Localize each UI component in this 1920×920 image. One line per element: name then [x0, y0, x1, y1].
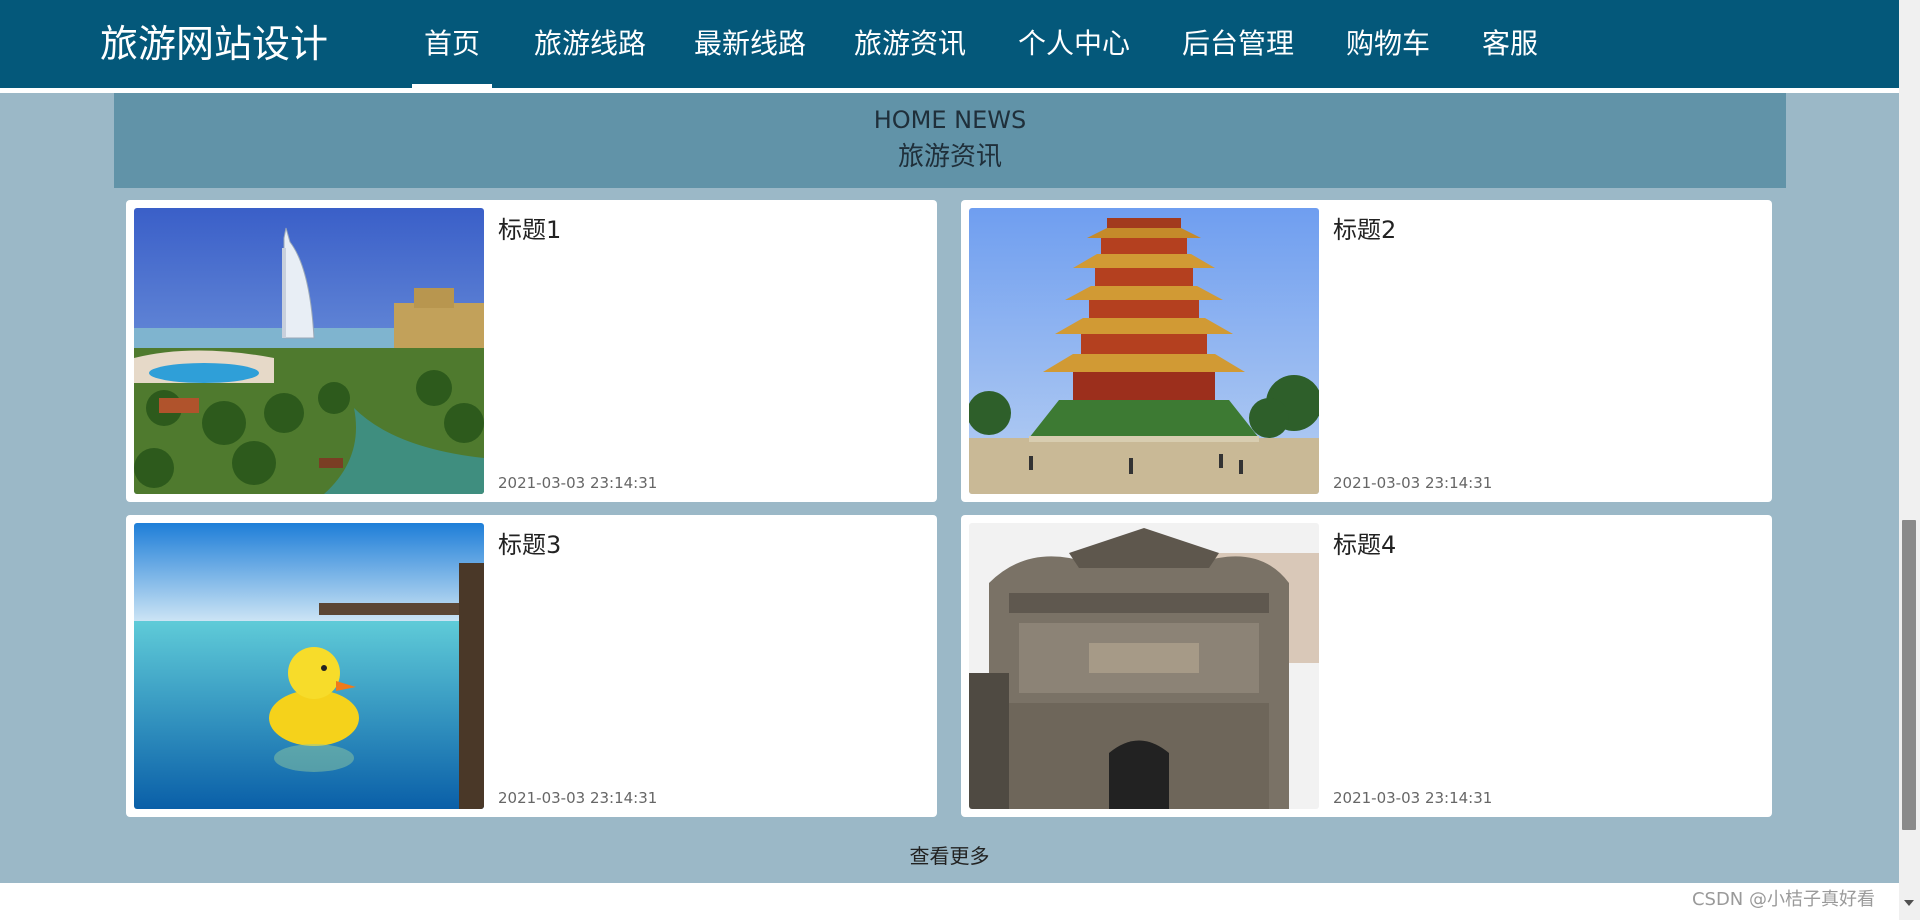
news-card[interactable]: 标题3 2021-03-03 23:14:31	[126, 515, 937, 817]
news-image-burj-al-arab[interactable]	[134, 208, 484, 494]
scroll-down-arrow-icon[interactable]	[1904, 900, 1914, 906]
nav-item-travel-news[interactable]: 旅游资讯	[854, 22, 966, 66]
nav-item-personal-center[interactable]: 个人中心	[1018, 22, 1130, 66]
scrollbar-thumb[interactable]	[1902, 520, 1916, 830]
page: 旅游网站设计 首页 旅游线路 最新线路 旅游资讯 个人中心 后台管理 购物车 客…	[0, 0, 1899, 920]
top-navbar: 旅游网站设计 首页 旅游线路 最新线路 旅游资讯 个人中心 后台管理 购物车 客…	[0, 0, 1899, 88]
nav-item-home[interactable]: 首页	[412, 22, 492, 88]
section-title-en: HOME NEWS	[873, 106, 1027, 134]
news-card[interactable]: 标题1 2021-03-03 23:14:31	[126, 200, 937, 502]
site-logo[interactable]: 旅游网站设计	[100, 20, 328, 68]
news-image-ancient-stone-gate[interactable]	[969, 523, 1319, 809]
news-time: 2021-03-03 23:14:31	[498, 474, 658, 492]
news-image-yellow-crane-tower[interactable]	[969, 208, 1319, 494]
news-title[interactable]: 标题3	[498, 529, 561, 561]
news-title[interactable]: 标题4	[1333, 529, 1396, 561]
section-title-cn: 旅游资讯	[897, 142, 1002, 172]
section-header: HOME NEWS 旅游资讯	[114, 93, 1786, 188]
news-card[interactable]: 标题4 2021-03-03 23:14:31	[961, 515, 1772, 817]
nav-item-routes[interactable]: 旅游线路	[534, 22, 646, 66]
news-image-rubber-duck-pool[interactable]	[134, 523, 484, 809]
news-title[interactable]: 标题1	[498, 214, 561, 246]
news-time: 2021-03-03 23:14:31	[1333, 789, 1493, 807]
view-more-link[interactable]: 查看更多	[0, 842, 1899, 870]
page-scrollbar[interactable]	[1899, 0, 1920, 920]
news-title[interactable]: 标题2	[1333, 214, 1396, 246]
watermark: CSDN @小桔子真好看	[1691, 889, 1875, 910]
news-card[interactable]: 标题2 2021-03-03 23:14:31	[961, 200, 1772, 502]
news-time: 2021-03-03 23:14:31	[498, 789, 658, 807]
nav-item-admin[interactable]: 后台管理	[1182, 22, 1294, 66]
nav-item-service[interactable]: 客服	[1482, 22, 1538, 66]
news-time: 2021-03-03 23:14:31	[1333, 474, 1493, 492]
nav-item-latest-routes[interactable]: 最新线路	[694, 22, 806, 66]
nav-item-cart[interactable]: 购物车	[1346, 22, 1430, 66]
